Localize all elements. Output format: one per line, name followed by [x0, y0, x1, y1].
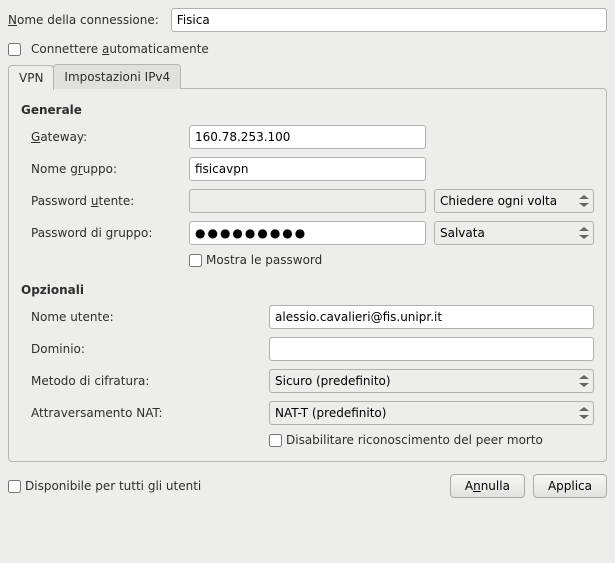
- all-users-checkbox[interactable]: [8, 480, 21, 493]
- section-general-title: Generale: [21, 103, 594, 117]
- cipher-label: Metodo di cifratura:: [31, 374, 261, 388]
- deadpeer-label: Disabilitare riconoscimento del peer mor…: [286, 433, 543, 447]
- auto-connect-checkbox[interactable]: [8, 43, 21, 56]
- show-passwords-row: Mostra le password: [189, 253, 594, 267]
- tab-vpn[interactable]: VPN: [8, 65, 54, 90]
- user-password-label: Password utente:: [31, 194, 181, 208]
- connection-name-row: Nome della connessione:: [8, 8, 607, 32]
- show-passwords-label: Mostra le password: [206, 253, 322, 267]
- gateway-label: Gateway:: [31, 130, 181, 144]
- optional-grid: Nome utente: Dominio: Metodo di cifratur…: [31, 305, 594, 447]
- tab-strip: VPN Impostazioni IPv4: [8, 64, 607, 89]
- deadpeer-row: Disabilitare riconoscimento del peer mor…: [269, 433, 594, 447]
- tab-ipv4[interactable]: Impostazioni IPv4: [53, 64, 181, 89]
- section-optional-title: Opzionali: [21, 283, 594, 297]
- group-password-label: Password di gruppo:: [31, 226, 181, 240]
- general-grid: Gateway: Nome gruppo: Password utente: C…: [31, 125, 594, 267]
- group-password-input[interactable]: [189, 221, 426, 245]
- username-label: Nome utente:: [31, 310, 261, 324]
- auto-connect-label: Connettere automaticamente: [31, 42, 209, 56]
- domain-input[interactable]: [269, 337, 594, 361]
- user-password-mode-select[interactable]: Chiedere ogni volta: [434, 189, 594, 213]
- deadpeer-checkbox[interactable]: [269, 434, 282, 447]
- username-input[interactable]: [269, 305, 594, 329]
- connection-name-label: Nome della connessione:: [8, 13, 159, 27]
- show-passwords-checkbox[interactable]: [189, 254, 202, 267]
- group-name-input[interactable]: [189, 157, 426, 181]
- cancel-button[interactable]: Annulla: [450, 474, 525, 498]
- cipher-select[interactable]: Sicuro (predefinito): [269, 369, 594, 393]
- nat-label: Attraversamento NAT:: [31, 406, 261, 420]
- all-users-label: Disponibile per tutti gli utenti: [25, 479, 201, 493]
- apply-button[interactable]: Applica: [533, 474, 607, 498]
- user-password-input: [189, 189, 426, 213]
- footer-row: Disponibile per tutti gli utenti Annulla…: [8, 474, 607, 498]
- group-password-mode-select[interactable]: Salvata: [434, 221, 594, 245]
- auto-connect-row: Connettere automaticamente: [8, 42, 607, 56]
- domain-label: Dominio:: [31, 342, 261, 356]
- nat-select[interactable]: NAT-T (predefinito): [269, 401, 594, 425]
- group-name-label: Nome gruppo:: [31, 162, 181, 176]
- gateway-input[interactable]: [189, 125, 426, 149]
- tab-page-vpn: Generale Gateway: Nome gruppo: Password …: [8, 88, 607, 462]
- connection-name-input[interactable]: [171, 8, 607, 32]
